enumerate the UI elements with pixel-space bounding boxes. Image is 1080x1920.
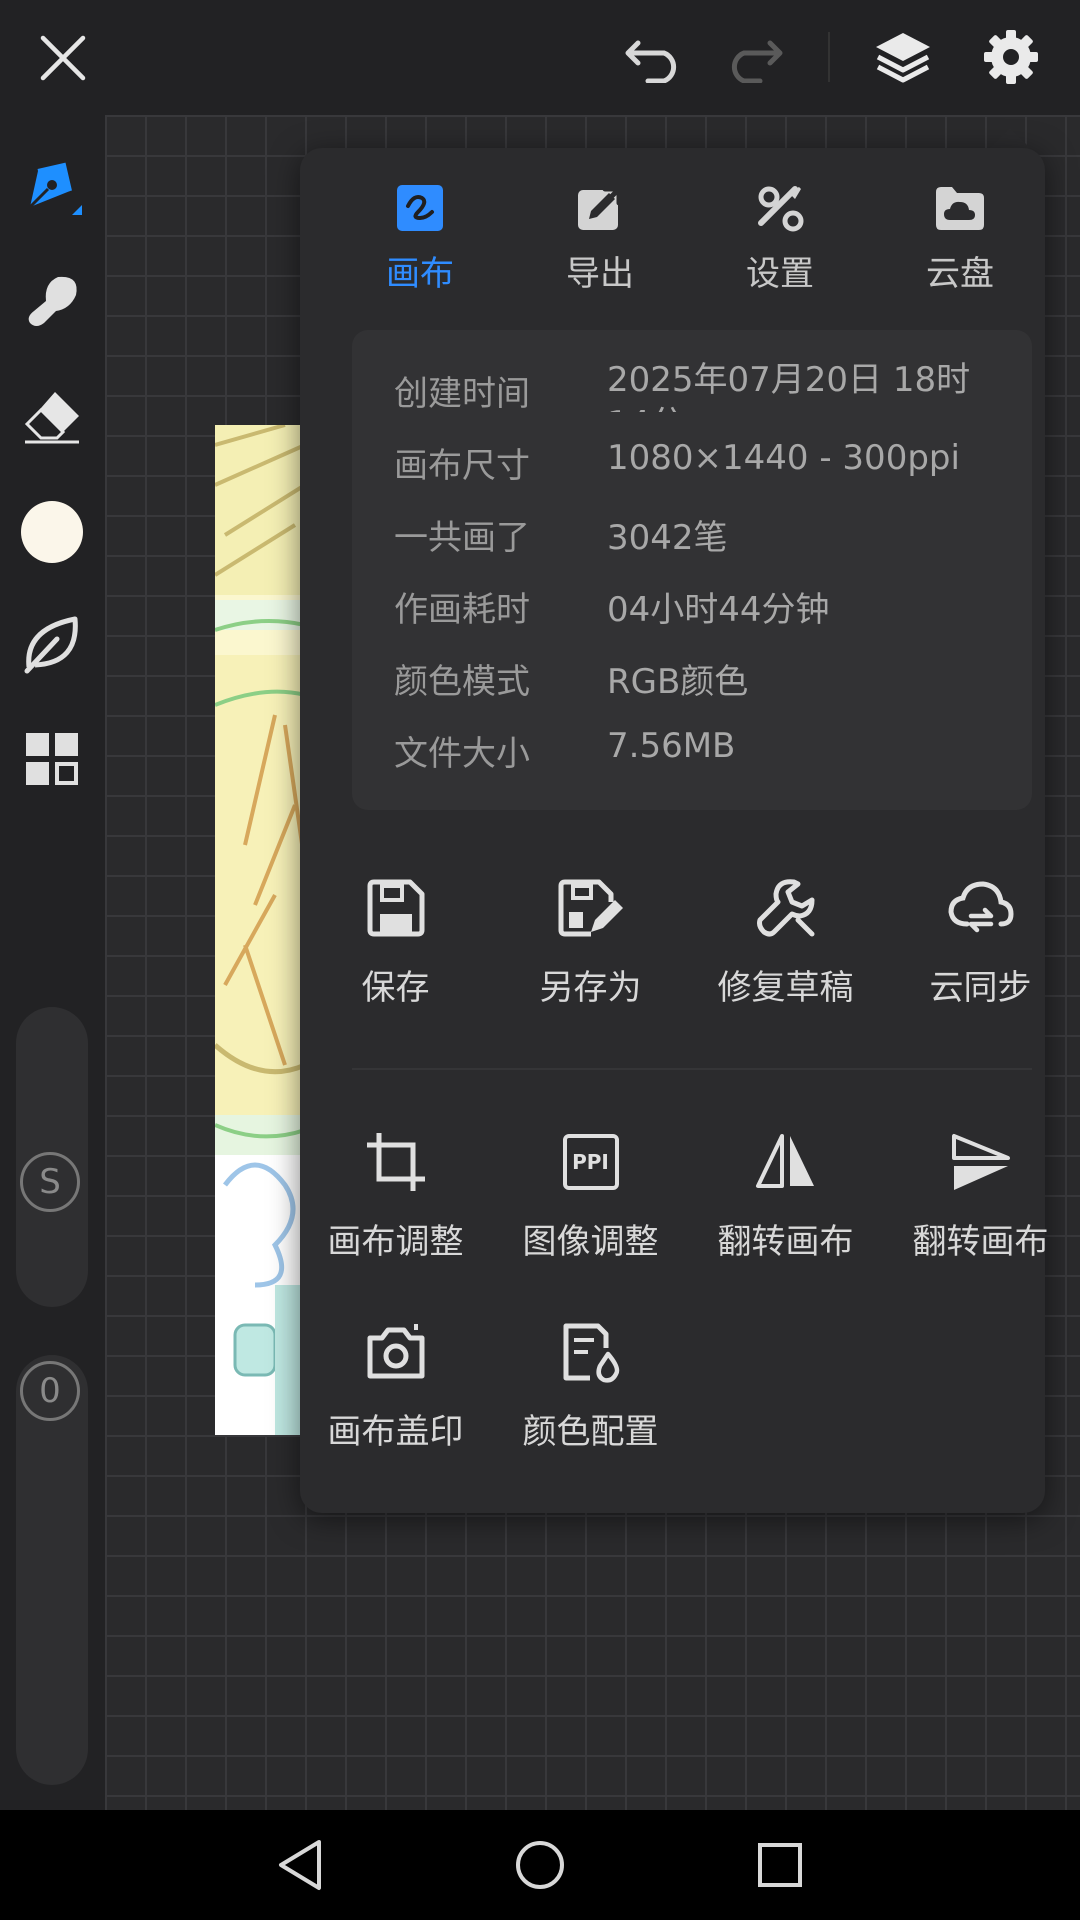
save-button[interactable]: 保存 <box>308 868 483 1028</box>
info-key: 创建时间 <box>394 374 530 414</box>
panel-pointer <box>988 128 1032 150</box>
opacity-slider-label: 0 <box>39 1371 61 1411</box>
gear-icon[interactable] <box>976 24 1046 90</box>
action-label: 翻转画布 <box>912 1222 1049 1262</box>
info-value: 04小时44分钟 <box>607 590 830 630</box>
info-row: 文件大小 7.56MB <box>352 718 1032 778</box>
flip-vertical-icon <box>951 1134 1010 1190</box>
flip-vertical-button[interactable]: 翻转画布 <box>893 1122 1068 1282</box>
brush-size-slider[interactable]: S <box>16 1007 88 1307</box>
cloud-sync-icon <box>947 881 1014 933</box>
tab-label: 画布 <box>386 254 454 294</box>
color-config-button[interactable]: 颜色配置 <box>503 1312 678 1472</box>
system-nav-bar <box>0 1810 1080 1920</box>
info-value: 1080×1440 - 300ppi <box>607 438 960 478</box>
smudge-icon[interactable] <box>18 267 86 335</box>
save-as-icon <box>558 879 623 937</box>
color-config-icon <box>563 1323 619 1383</box>
undo-icon[interactable] <box>620 28 690 88</box>
panel-divider <box>352 1068 1032 1070</box>
flip-horizontal-icon <box>755 1134 814 1188</box>
info-row: 作画耗时 04小时44分钟 <box>352 574 1032 634</box>
redo-icon[interactable] <box>718 28 788 88</box>
action-label: 云同步 <box>929 968 1032 1008</box>
tab-label: 导出 <box>566 254 634 294</box>
info-row: 创建时间 2025年07月20日 18时14分 <box>352 358 1032 418</box>
eraser-icon[interactable] <box>18 382 86 450</box>
image-adjust-button[interactable]: PPI 图像调整 <box>503 1122 678 1282</box>
camera-icon <box>367 1324 424 1379</box>
home-icon[interactable] <box>510 1835 570 1895</box>
action-label: 保存 <box>361 968 430 1008</box>
info-row: 画布尺寸 1080×1440 - 300ppi <box>352 430 1032 490</box>
opacity-slider[interactable]: 0 <box>16 1355 88 1785</box>
info-key: 颜色模式 <box>394 662 530 702</box>
info-key: 文件大小 <box>394 734 530 774</box>
wrench-icon <box>756 879 814 937</box>
opacity-knob[interactable]: 0 <box>20 1361 80 1421</box>
action-label: 颜色配置 <box>522 1412 659 1452</box>
leaf-icon[interactable] <box>18 610 86 678</box>
brush-size-knob[interactable]: S <box>20 1152 80 1212</box>
ppi-icon: PPI <box>503 1122 678 1202</box>
tab-cloud[interactable]: 云盘 <box>890 178 1030 298</box>
tab-canvas[interactable]: 画布 <box>350 178 490 298</box>
repair-draft-button[interactable]: 修复草稿 <box>698 868 873 1028</box>
pen-icon[interactable] <box>18 155 86 223</box>
tab-label: 云盘 <box>926 254 994 294</box>
action-label: 画布盖印 <box>327 1412 464 1452</box>
left-toolbar: S 0 <box>0 115 105 1810</box>
grid-icon[interactable] <box>18 725 86 793</box>
panel-tabs: 画布 导出 设置 云盘 <box>300 178 1045 298</box>
recents-icon[interactable] <box>750 1835 810 1895</box>
ppi-badge: PPI <box>562 1134 619 1190</box>
action-label: 另存为 <box>539 968 642 1008</box>
crop-icon <box>366 1133 425 1191</box>
info-key: 作画耗时 <box>394 590 530 630</box>
action-label: 翻转画布 <box>717 1222 854 1262</box>
app: S 0 画布 导出 设置 云盘 创建时间 2025年07月20日 18时 画布尺… <box>0 0 1080 1920</box>
tab-settings[interactable]: 设置 <box>710 178 850 298</box>
info-row: 颜色模式 RGB颜色 <box>352 646 1032 706</box>
info-value: RGB颜色 <box>607 662 749 702</box>
cloud-folder-icon <box>936 187 984 230</box>
tools-icon <box>758 186 804 232</box>
flip-horizontal-button[interactable]: 翻转画布 <box>698 1122 873 1282</box>
save-as-button[interactable]: 另存为 <box>503 868 678 1028</box>
info-value: 7.56MB <box>607 726 736 766</box>
layers-icon[interactable] <box>868 24 938 90</box>
size-slider-label: S <box>39 1162 61 1202</box>
action-label: 画布调整 <box>327 1222 464 1262</box>
artwork-preview <box>215 425 305 1435</box>
export-icon <box>578 186 622 230</box>
info-key: 一共画了 <box>394 518 530 558</box>
action-label: 图像调整 <box>522 1222 659 1262</box>
canvas-icon <box>397 185 443 231</box>
canvas-menu-panel: 画布 导出 设置 云盘 创建时间 2025年07月20日 18时14分 画布尺寸 <box>300 148 1049 1513</box>
canvas-adjust-button[interactable]: 画布调整 <box>308 1122 483 1282</box>
tab-export[interactable]: 导出 <box>530 178 670 298</box>
info-key: 画布尺寸 <box>394 446 530 486</box>
save-icon <box>367 879 424 937</box>
top-bar <box>0 0 1080 115</box>
tab-label: 设置 <box>746 254 814 294</box>
back-icon[interactable] <box>270 1835 330 1895</box>
canvas-info: 创建时间 2025年07月20日 18时14分 画布尺寸 1080×1440 -… <box>352 330 1032 810</box>
info-row: 一共画了 3042笔 <box>352 502 1032 562</box>
close-icon[interactable] <box>30 25 96 91</box>
toolbar-divider <box>828 32 830 82</box>
cloud-sync-button[interactable]: 云同步 <box>893 868 1068 1028</box>
info-value: 3042笔 <box>607 518 728 558</box>
action-label: 修复草稿 <box>717 968 854 1008</box>
info-value: 2025年07月20日 18时14分 <box>607 360 971 412</box>
color-swatch[interactable] <box>18 498 86 566</box>
canvas-stamp-button[interactable]: 画布盖印 <box>308 1312 483 1472</box>
